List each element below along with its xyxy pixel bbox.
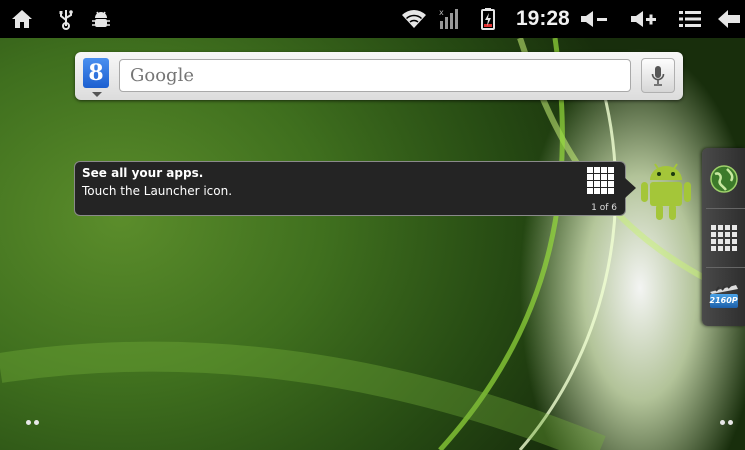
signal-icon: x [436,0,462,38]
battery-charging-icon [478,0,498,38]
chevron-down-icon[interactable] [92,92,102,97]
launcher-grid-icon [587,167,614,194]
launcher-tip-bubble[interactable]: See all your apps. Touch the Launcher ic… [74,161,626,216]
video-player-icon: 2160P [708,282,740,312]
volume-down-icon[interactable] [578,0,610,38]
page-indicator-right[interactable] [720,420,733,425]
tip-page-count: 1 of 6 [591,203,617,213]
google-logo[interactable]: 8 [83,58,109,88]
menu-icon[interactable] [676,0,704,38]
launcher-grid-icon [710,225,737,251]
browser-globe-icon [709,165,738,193]
status-bar: x 19:28 [0,0,745,38]
tip-body: Touch the Launcher icon. [82,184,233,198]
video-player-button[interactable]: 2160P [702,268,745,326]
browser-button[interactable] [702,150,745,208]
page-indicator-left[interactable] [26,420,39,425]
back-icon[interactable] [716,0,742,38]
right-dock: 2160P [702,148,745,326]
status-clock: 19:28 [516,7,570,30]
svg-text:x: x [439,8,444,17]
android-mascot-icon [641,163,691,220]
search-input[interactable] [119,59,631,92]
microphone-icon [651,65,665,86]
tip-title: See all your apps. [82,166,204,180]
volume-up-icon[interactable] [628,0,660,38]
debug-icon [90,0,112,38]
bubble-pointer [625,178,636,198]
voice-search-button[interactable] [641,58,675,93]
launcher-button[interactable] [702,209,745,267]
wifi-icon [400,0,428,38]
usb-icon [56,0,76,38]
google-search-widget: 8 [75,52,683,100]
home-icon[interactable] [8,0,36,38]
video-resolution-label: 2160P [709,294,738,308]
